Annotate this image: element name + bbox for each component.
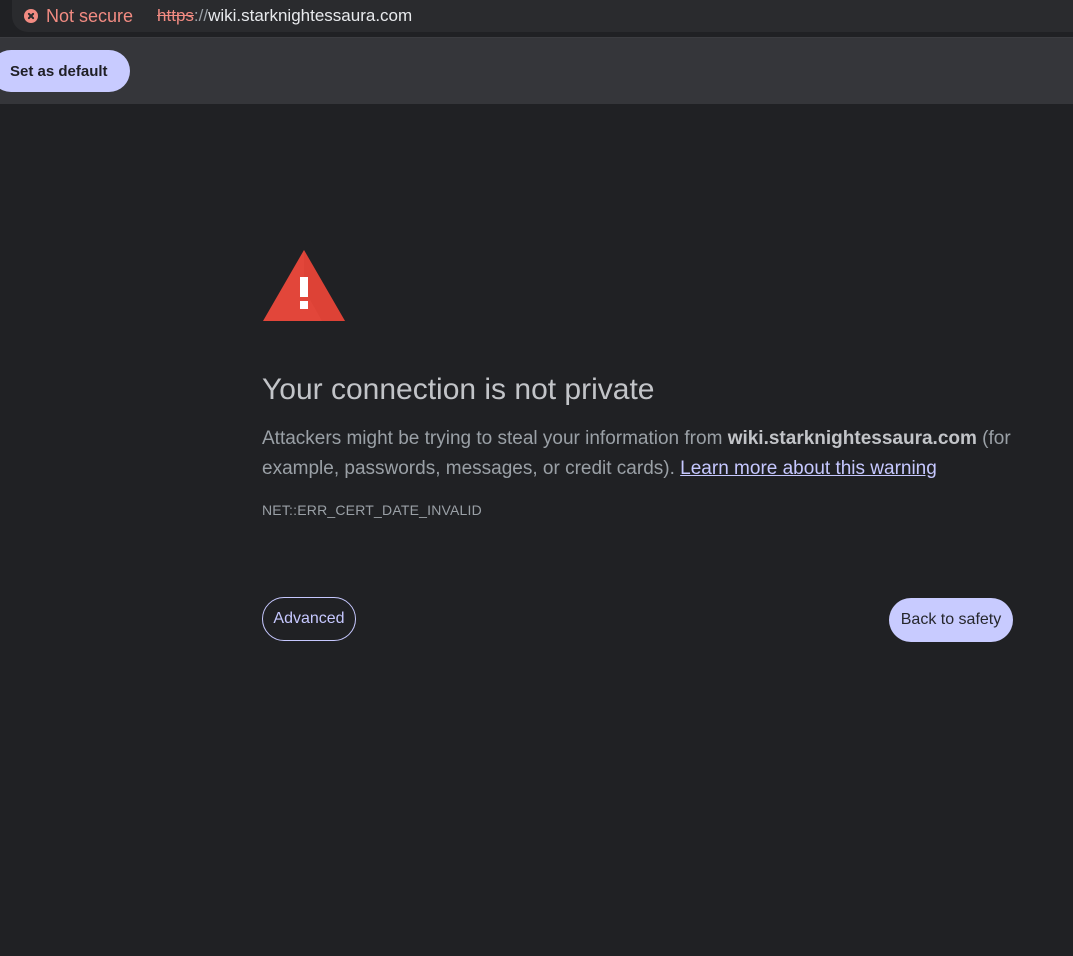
learn-more-link[interactable]: Learn more about this warning	[680, 458, 937, 479]
url-host: wiki.starknightessaura.com	[208, 6, 413, 25]
url-separator: ://	[193, 6, 209, 25]
interstitial-content: Your connection is not private Attackers…	[262, 248, 1014, 518]
address-bar[interactable]: Not secure https://wiki.starknightessaur…	[12, 0, 1073, 32]
set-as-default-button[interactable]: Set as default	[0, 50, 130, 92]
url-scheme: https	[157, 6, 194, 25]
security-indicator[interactable]: Not secure	[24, 6, 133, 27]
warning-triangle-icon	[263, 250, 345, 321]
description-text: Attackers might be trying to steal your …	[262, 428, 728, 449]
url-text[interactable]: https://wiki.starknightessaura.com	[157, 6, 412, 26]
browser-toolbar: Not secure https://wiki.starknightessaur…	[0, 0, 1073, 37]
page-title: Your connection is not private	[262, 373, 655, 406]
not-secure-label: Not secure	[46, 5, 134, 26]
description-host: wiki.starknightessaura.com	[727, 428, 977, 449]
warning-description: Attackers might be trying to steal your …	[262, 424, 1014, 484]
back-to-safety-button[interactable]: Back to safety	[889, 598, 1013, 642]
error-code: NET::ERR_CERT_DATE_INVALID	[262, 502, 482, 518]
error-circle-icon	[24, 9, 38, 23]
default-browser-infobar: Set as default	[0, 37, 1073, 104]
advanced-button[interactable]: Advanced	[262, 597, 356, 641]
